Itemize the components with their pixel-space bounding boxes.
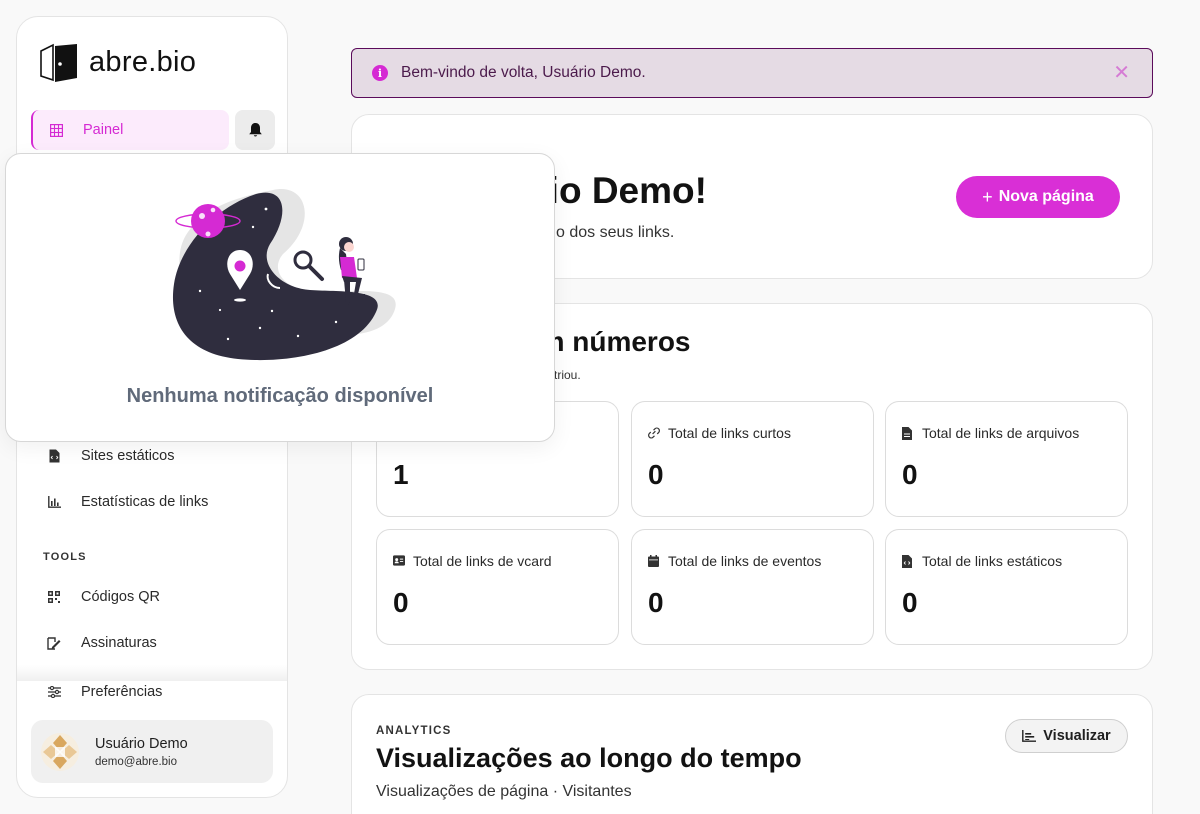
stat-card-event-links[interactable]: Total de links de eventos 0 [631, 529, 874, 645]
new-page-label: Nova página [998, 188, 1094, 205]
stat-label: Total de links de vcard [393, 553, 552, 569]
sidebar-item-label: Códigos QR [81, 589, 160, 605]
sidebar-item-label: Sites estáticos [81, 448, 175, 464]
stat-label-text: Total de links estáticos [922, 553, 1063, 569]
file-icon [902, 427, 914, 440]
sidebar-item-sites-estaticos[interactable]: Sites estáticos [31, 436, 175, 476]
sidebar-item-label: Estatísticas de links [81, 494, 209, 510]
notifications-popover: Nenhuma notificação disponível [5, 153, 555, 442]
sidebar-item-painel[interactable]: Painel [31, 110, 229, 150]
bar-chart-icon [1022, 730, 1037, 742]
sidebar-item-assinaturas[interactable]: Assinaturas [31, 623, 157, 663]
banner-message: Bem-vindo de volta, Usuário Demo. [401, 64, 646, 81]
qr-icon [47, 590, 61, 604]
stat-label-text: Total de links de eventos [668, 553, 822, 569]
stat-card-static-links[interactable]: Total de links estáticos 0 [885, 529, 1128, 645]
stat-value: 0 [902, 587, 918, 618]
stat-card-file-links[interactable]: Total de links de arquivos 0 [885, 401, 1128, 517]
analytics-title: Visualizações ao longo do tempo [376, 743, 802, 773]
sidebar-item-estatisticas[interactable]: Estatísticas de links [31, 482, 208, 522]
empty-notifications-illustration [172, 189, 396, 361]
empty-notifications-text: Nenhuma notificação disponível [126, 385, 434, 407]
view-analytics-button[interactable]: Visualizar [1005, 719, 1128, 753]
new-page-button[interactable]: + Nova página [956, 176, 1120, 218]
link-icon [648, 427, 660, 439]
stat-label: Total de links de eventos [648, 553, 821, 569]
grid-icon [49, 123, 63, 137]
welcome-subtitle: o dos seus links. [556, 224, 675, 241]
analytics-subtitle: Visualizações de página · Visitantes [376, 783, 632, 800]
view-analytics-label: Visualizar [1043, 728, 1111, 744]
stat-card-short-links[interactable]: Total de links curtos 0 [631, 401, 874, 517]
bar-chart-icon [47, 495, 61, 509]
close-icon[interactable]: ✕ [1113, 62, 1130, 84]
stat-value: 0 [393, 587, 409, 618]
avatar [41, 732, 79, 771]
vcard-icon [393, 555, 405, 567]
calendar-icon [648, 555, 660, 567]
stat-value: 0 [902, 459, 918, 490]
file-code-icon [47, 449, 61, 463]
sidebar-item-codigos-qr[interactable]: Códigos QR [31, 577, 160, 617]
sidebar-item-preferencias[interactable]: Preferências [31, 672, 162, 712]
door-logo-icon [40, 43, 77, 82]
stat-label: Total de links de arquivos [902, 425, 1079, 441]
user-profile-card[interactable]: Usuário Demo demo@abre.bio [31, 720, 273, 783]
stat-label-text: Total de links curtos [668, 425, 791, 441]
welcome-banner: i Bem-vindo de volta, Usuário Demo. ✕ [351, 48, 1153, 98]
tools-section-label: TOOLS [43, 551, 87, 563]
info-icon: i [372, 65, 388, 81]
stat-value: 1 [393, 459, 409, 490]
plus-icon: + [982, 186, 993, 207]
stat-label: Total de links curtos [648, 425, 791, 441]
signature-icon [47, 636, 61, 650]
sidebar-item-label: Painel [83, 122, 124, 138]
brand-name: abre.bio [89, 45, 197, 78]
stat-label-text: Total de links de vcard [413, 553, 552, 569]
notifications-button[interactable] [235, 110, 275, 150]
file-code-icon [902, 555, 914, 568]
sidebar-item-label: Preferências [81, 684, 163, 700]
user-email: demo@abre.bio [95, 755, 177, 768]
bell-icon [248, 123, 262, 137]
analytics-card: ANALYTICS Visualizações ao longo do temp… [351, 694, 1153, 814]
stat-card-vcard-links[interactable]: Total de links de vcard 0 [376, 529, 619, 645]
stat-label: Total de links estáticos [902, 553, 1062, 569]
brand-logo[interactable]: abre.bio [39, 42, 196, 82]
sidebar-item-label: Assinaturas [81, 635, 157, 651]
stat-value: 0 [648, 459, 664, 490]
user-name: Usuário Demo [95, 735, 188, 752]
sliders-icon [47, 685, 61, 699]
stat-label-text: Total de links de arquivos [922, 425, 1080, 441]
stat-value: 0 [648, 587, 664, 618]
stats-subtitle: triou. [554, 368, 581, 382]
analytics-kicker: ANALYTICS [376, 725, 452, 737]
